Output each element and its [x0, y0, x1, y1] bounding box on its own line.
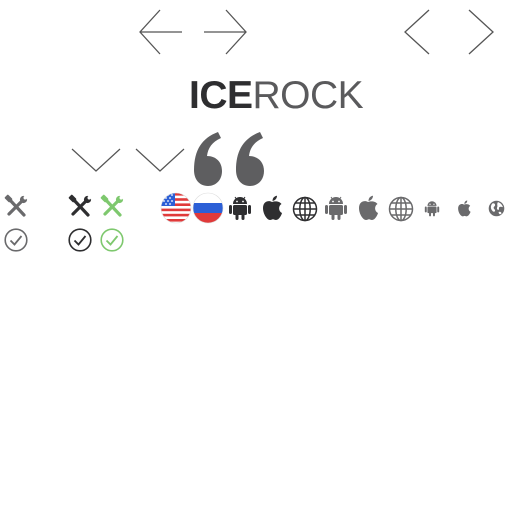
- check-circle-icon: [4, 228, 28, 252]
- us-flag-icon[interactable]: [160, 192, 192, 224]
- check-circle-icon: [100, 228, 124, 252]
- globe-icon[interactable]: [488, 200, 505, 217]
- apple-icon: [260, 195, 284, 221]
- tools-icon: [68, 194, 92, 219]
- brand-logo: ICEROCK: [189, 74, 364, 117]
- chevron-down-icon[interactable]: [135, 147, 185, 173]
- android-icon: [324, 195, 348, 221]
- tools-icon: [4, 194, 28, 219]
- globe-icon[interactable]: [388, 196, 414, 222]
- russia-flag-icon[interactable]: [192, 192, 224, 224]
- chevron-right-icon[interactable]: [466, 8, 496, 56]
- check-circle-icon: [68, 228, 92, 252]
- quote-icon: [192, 132, 268, 186]
- android-icon: [424, 200, 440, 217]
- android-icon: [228, 195, 252, 221]
- apple-icon: [456, 200, 472, 217]
- logo-bold-text: ICE: [189, 74, 253, 117]
- tools-icon: [100, 194, 124, 219]
- logo-light-text: ROCK: [252, 74, 364, 117]
- apple-icon: [356, 195, 380, 221]
- arrow-right-icon[interactable]: [202, 8, 248, 56]
- globe-icon[interactable]: [292, 196, 318, 222]
- chevron-down-icon[interactable]: [71, 147, 121, 173]
- chevron-left-icon[interactable]: [402, 8, 432, 56]
- arrow-left-icon[interactable]: [138, 8, 184, 56]
